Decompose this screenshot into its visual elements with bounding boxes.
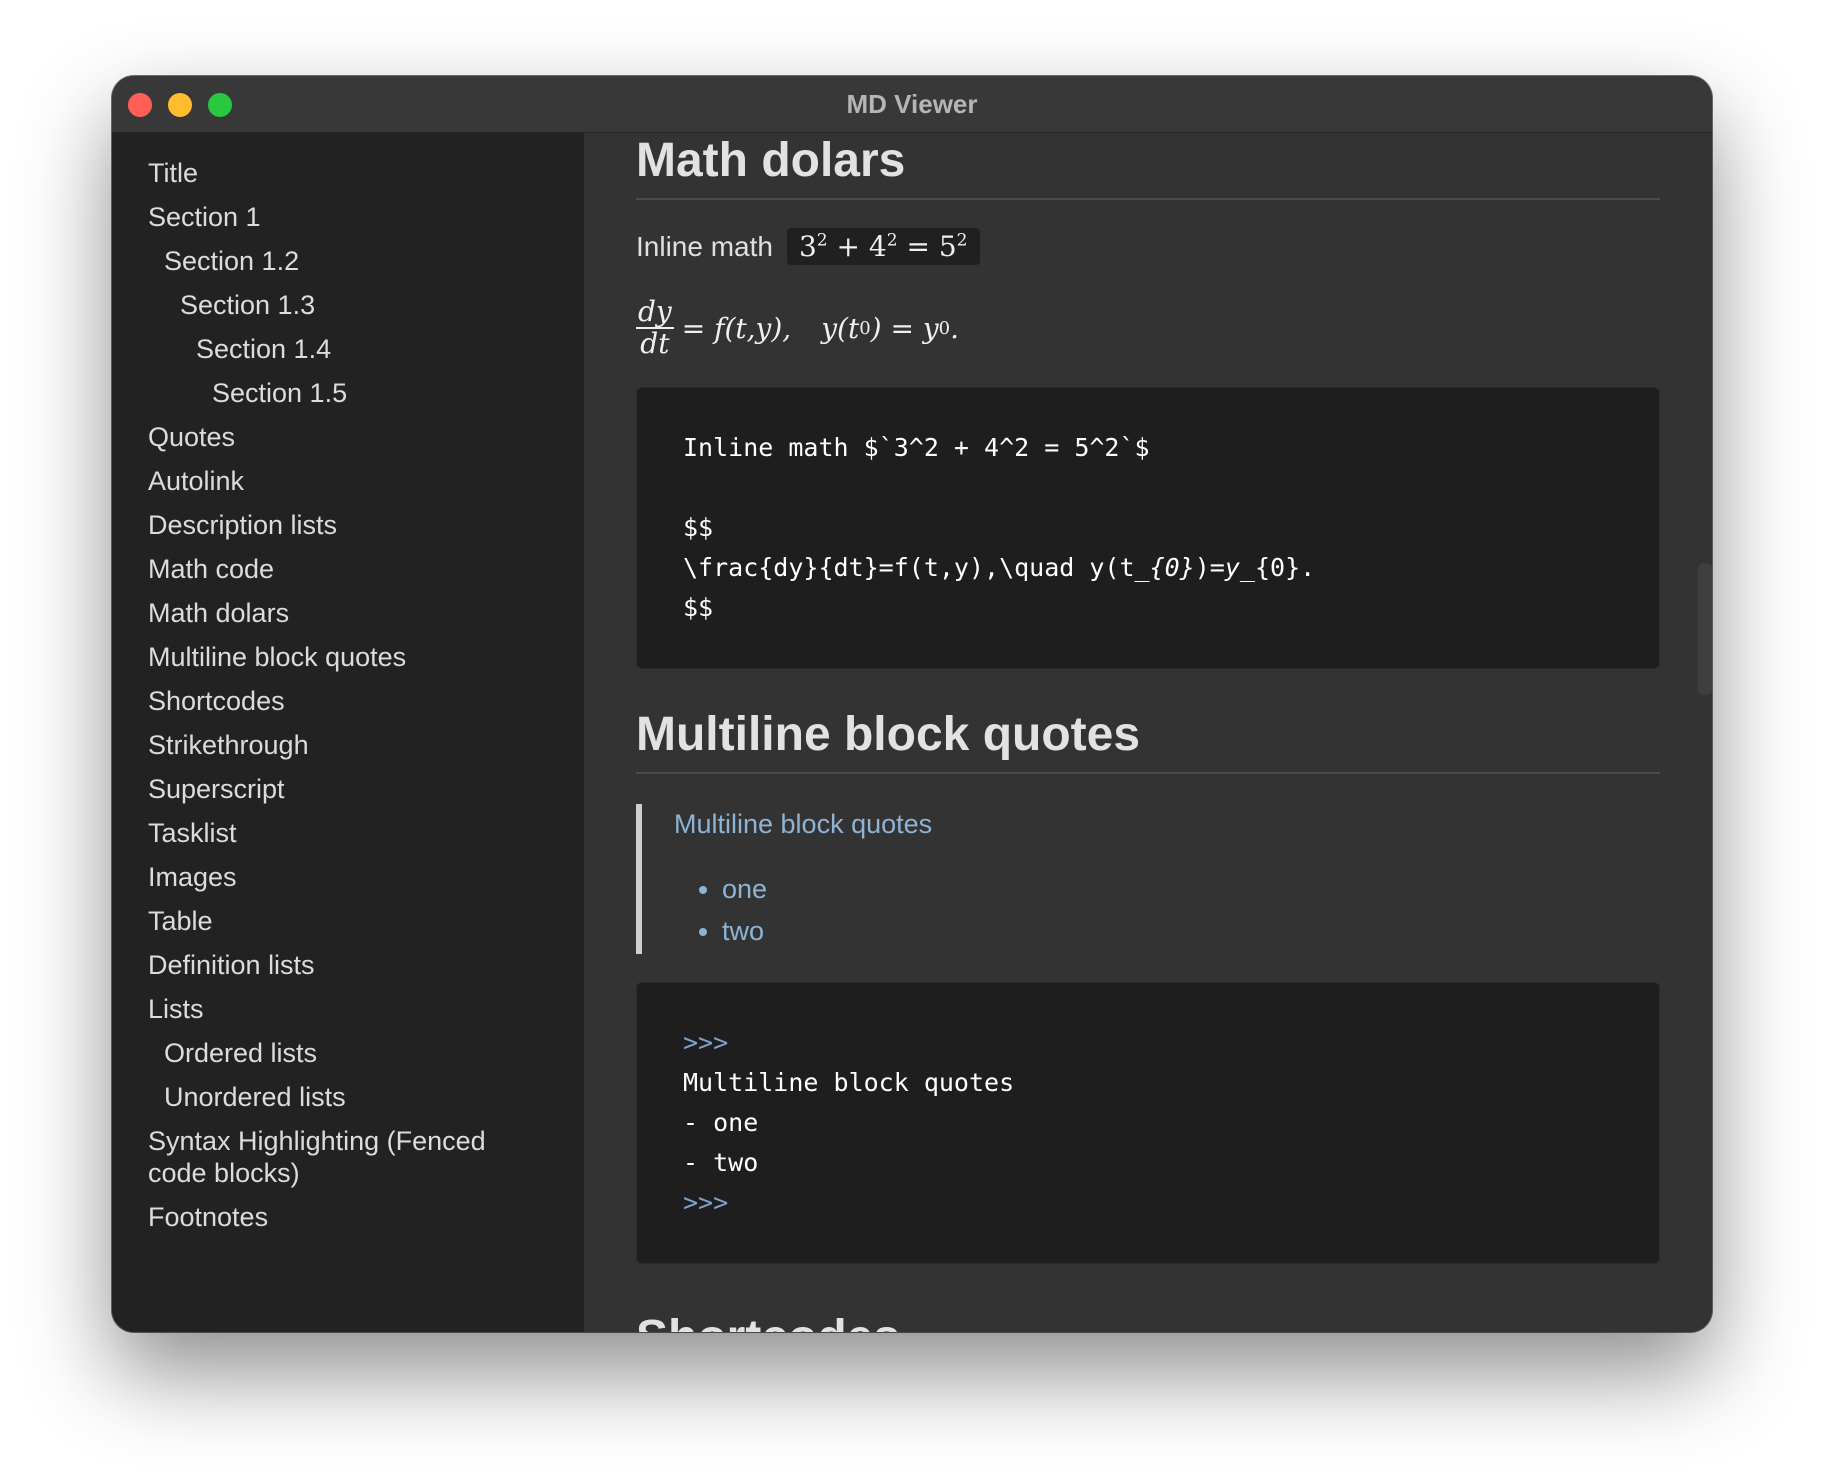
toc-item[interactable]: Table [112, 905, 584, 937]
toc-item[interactable]: Shortcodes [112, 685, 584, 717]
table-of-contents-sidebar: Title Section 1 Section 1.2 Section 1.3 Sect… [112, 133, 584, 1332]
toc-item[interactable]: Math code [112, 553, 584, 585]
toc-item[interactable]: Lists [112, 993, 584, 1025]
toc-item[interactable]: Images [112, 861, 584, 893]
toc-item[interactable]: Strikethrough [112, 729, 584, 761]
inline-math-paragraph: Inline math 32 + 42 = 52 [636, 228, 1660, 265]
list-item: one [722, 868, 1660, 910]
display-math-equation: dy dt = f(t,y), y(t 0) = y0. [636, 295, 960, 360]
toc-item[interactable]: Definition lists [112, 949, 584, 981]
toc-item[interactable]: Tasklist [112, 817, 584, 849]
code-line: Inline math $`3^2 + 4^2 = 5^2`$ [683, 433, 1150, 462]
toc-item[interactable]: Unordered lists [112, 1081, 584, 1113]
code-line: - one [683, 1108, 759, 1137]
app-window: MD Viewer Title Section 1 Section 1.2 Secti… [112, 76, 1712, 1332]
code-line: >>> [683, 1028, 729, 1057]
heading-multiline-block-quotes: Multiline block quotes [636, 707, 1660, 774]
toc-item[interactable]: Description lists [112, 509, 584, 541]
toc-item[interactable]: Multiline block quotes [112, 641, 584, 673]
toc-item[interactable]: Section 1.4 [112, 333, 584, 365]
block-quote: Multiline block quotes one two [636, 804, 1660, 954]
heading-shortcodes: Shortcodes [636, 1310, 1660, 1332]
toc-item[interactable]: Footnotes [112, 1201, 584, 1233]
list-item: two [722, 910, 1660, 952]
toc-item[interactable]: Math dolars [112, 597, 584, 629]
toc-item[interactable]: Quotes [112, 421, 584, 453]
code-line: >>> [683, 1188, 729, 1217]
code-block-math: Inline math $`3^2 + 4^2 = 5^2`$ $$ \frac… [636, 387, 1660, 669]
document-content[interactable]: Math dolars Inline math 32 + 42 = 52 dy … [584, 133, 1712, 1332]
toc-item[interactable]: Section 1.5 [112, 377, 584, 409]
title-bar: MD Viewer [112, 76, 1712, 133]
code-block-quotes: >>> Multiline block quotes - one - two >… [636, 982, 1660, 1264]
toc-item[interactable]: Section 1.3 [112, 289, 584, 321]
fraction: dy dt [636, 295, 674, 360]
code-line: $$ [683, 513, 714, 542]
block-quote-text: Multiline block quotes [674, 809, 933, 839]
scrollbar-thumb[interactable] [1698, 563, 1712, 695]
document-body: Math dolars Inline math 32 + 42 = 52 dy … [636, 133, 1660, 1332]
heading-math-dolars: Math dolars [636, 133, 1660, 200]
toc-item[interactable]: Section 1.2 [112, 245, 584, 277]
toc-item[interactable]: Autolink [112, 465, 584, 497]
block-quote-list: one two [674, 868, 1660, 952]
toc-item[interactable]: Ordered lists [112, 1037, 584, 1069]
code-line: Multiline block quotes [683, 1068, 1015, 1097]
inline-math-label: Inline math [636, 230, 773, 262]
toc-item[interactable]: Title [112, 157, 584, 189]
code-line: $$ [683, 593, 714, 622]
toc-item[interactable]: Section 1 [112, 201, 584, 233]
code-line: - two [683, 1148, 759, 1177]
inline-math-expression: 32 + 42 = 52 [786, 228, 980, 265]
toc-item[interactable]: Syntax Highlighting (Fenced code blocks) [112, 1125, 584, 1189]
toc-item[interactable]: Superscript [112, 773, 584, 805]
window-title: MD Viewer [846, 89, 978, 119]
code-line: \frac{dy}{dt}=f(t,y),\quad y(t_{0})=y_{0… [683, 553, 1316, 582]
